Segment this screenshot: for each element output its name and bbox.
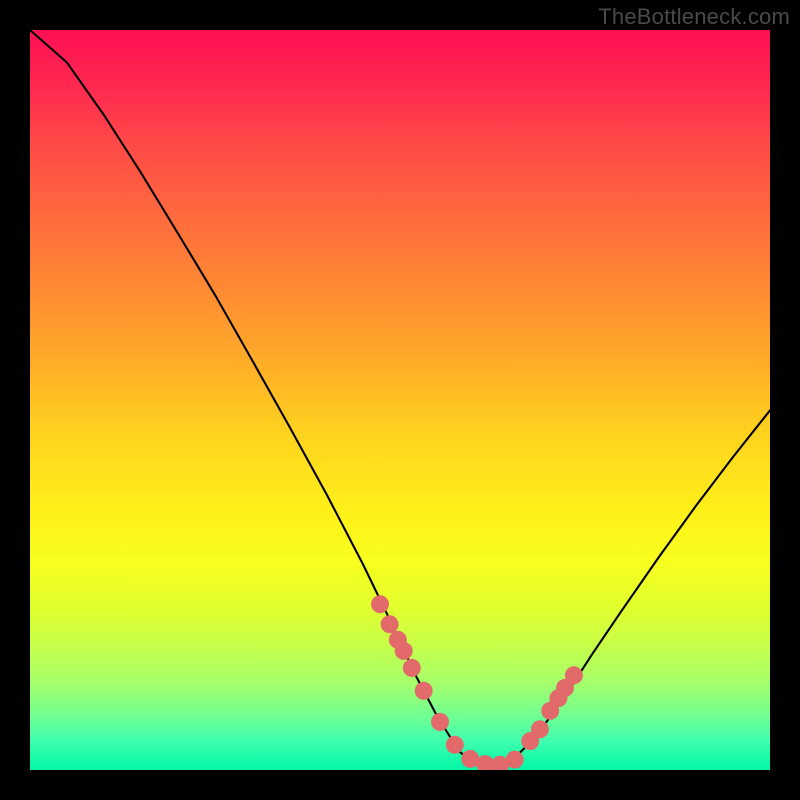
chart-frame: TheBottleneck.com [0, 0, 800, 800]
marker-group [371, 595, 583, 770]
curve-marker [415, 682, 433, 700]
watermark-text: TheBottleneck.com [598, 4, 790, 30]
curve-marker [371, 595, 389, 613]
curve-layer [30, 30, 770, 770]
curve-marker [381, 615, 399, 633]
curve-marker [446, 736, 464, 754]
curve-marker [506, 751, 524, 769]
curve-marker [531, 720, 549, 738]
plot-area [30, 30, 770, 770]
curve-marker [565, 666, 583, 684]
curve-marker [403, 659, 421, 677]
curve-marker [431, 713, 449, 731]
curve-marker [395, 642, 413, 660]
